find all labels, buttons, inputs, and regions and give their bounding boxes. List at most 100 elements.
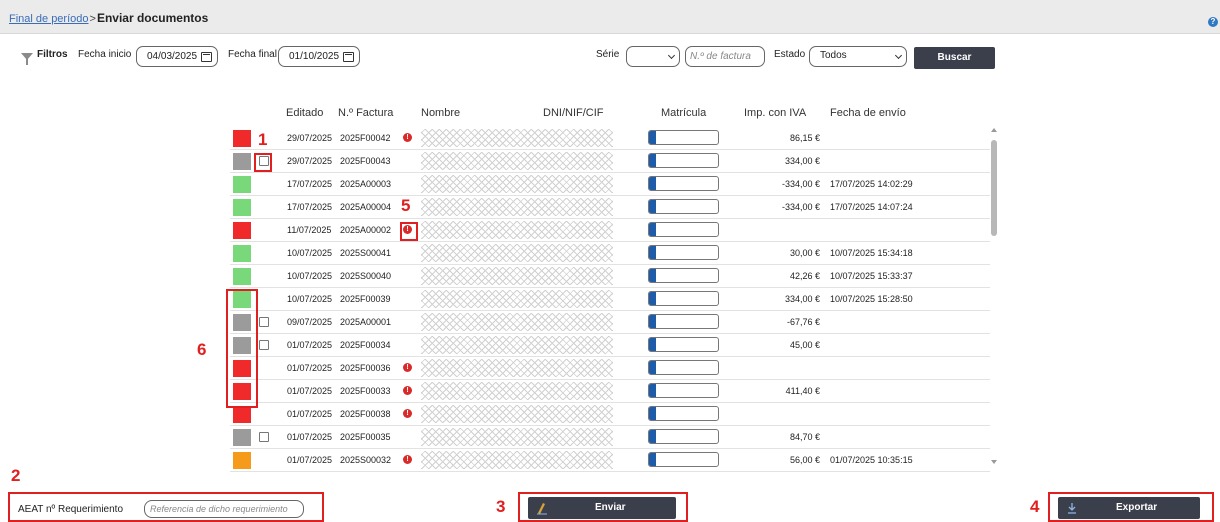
serie-select[interactable] [626,46,680,67]
table-row[interactable]: 10/07/2025 2025S00040 42,26 € 10/07/2025 15… [230,265,990,288]
cell-importe: 411,40 € [785,386,820,396]
cell-importe: 86,15 € [789,133,820,143]
cell-editado: 01/07/2025 [287,432,333,442]
cell-factura: 2025F00034 [340,340,391,350]
table-row[interactable]: 01/07/2025 2025S00032! 56,00 € 01/07/2025 1… [230,449,990,472]
aeat-requerimiento-input[interactable]: Referencia de dicho requerimiento [144,500,304,518]
license-plate-field [648,176,719,191]
table-row[interactable]: 01/07/2025 2025F00033! 411,40 € [230,380,990,403]
annotation-number-2: 2 [11,466,21,485]
row-checkbox[interactable] [259,340,269,350]
cell-fecha-envio: 17/07/2025 14:02:29 [830,179,913,189]
estado-value: Todos [820,50,847,61]
cell-factura: 2025F00035 [340,432,391,442]
table-row[interactable]: 17/07/2025 2025A00004 -334,00 € 17/07/2025 … [230,196,990,219]
column-header-fecha-envio[interactable]: Fecha de envío [830,107,906,119]
fecha-final-value: 01/10/2025 [289,51,340,62]
factura-search-input[interactable]: N.º de factura [685,46,765,67]
column-header-factura[interactable]: N.º Factura [338,107,393,119]
warning-icon[interactable]: ! [403,133,412,142]
fecha-inicio-input[interactable]: 04/03/2025 [136,46,218,67]
enviar-label: Enviar [595,502,626,513]
breadcrumb-link-final-periodo[interactable]: Final de período [9,13,89,25]
cell-importe: 30,00 € [789,248,820,258]
table-row[interactable]: 17/07/2025 2025A00003 -334,00 € 17/07/2025 … [230,173,990,196]
warning-icon[interactable]: ! [403,363,412,372]
status-indicator [233,199,251,216]
cell-editado: 17/07/2025 [287,202,333,212]
signature-icon [537,503,547,515]
redacted-name-dni [421,313,613,331]
exportar-button[interactable]: Exportar [1058,497,1200,519]
table-row[interactable]: 29/07/2025 2025F00043 334,00 € [230,150,990,173]
table-row[interactable]: 09/07/2025 2025A00001 -67,76 € [230,311,990,334]
status-indicator [233,153,251,170]
status-indicator [233,176,251,193]
redacted-name-dni [421,336,613,354]
cell-fecha-envio: 10/07/2025 15:33:37 [830,271,913,281]
breadcrumb-separator: > [89,13,96,25]
table-row[interactable]: 10/07/2025 2025F00039 334,00 € 10/07/2025 1… [230,288,990,311]
warning-icon[interactable]: ! [403,455,412,464]
scrollbar-thumb[interactable] [991,140,997,236]
filters-bar: Filtros Fecha inicio 04/03/2025 Fecha fi… [0,34,1220,80]
cell-editado: 01/07/2025 [287,455,333,465]
fecha-inicio-label: Fecha inicio [78,49,132,60]
row-checkbox[interactable] [259,432,269,442]
warning-icon[interactable]: ! [403,409,412,418]
scroll-up-icon[interactable] [991,128,997,132]
redacted-name-dni [421,382,613,400]
column-header-editado[interactable]: Editado [286,107,323,119]
license-plate-field [648,291,719,306]
table-row[interactable]: 01/07/2025 2025F00038! [230,403,990,426]
fecha-final-label: Fecha final [228,49,277,60]
table-row[interactable]: 29/07/2025 2025F00042! 86,15 € [230,127,990,150]
license-plate-field [648,337,719,352]
annotation-box-6 [226,289,258,408]
calendar-icon[interactable] [201,52,212,62]
buscar-button[interactable]: Buscar [914,47,995,69]
redacted-name-dni [421,221,613,239]
estado-label: Estado [774,49,806,60]
cell-factura: 2025A00002 [340,225,392,235]
license-plate-field [648,383,719,398]
column-header-importe[interactable]: Imp. con IVA [744,107,806,119]
enviar-button[interactable]: Enviar [528,497,676,519]
column-header-nombre[interactable]: Nombre [421,107,460,119]
serie-label: Série [596,49,620,60]
download-icon [1068,503,1076,514]
documents-table: Editado N.º Factura Nombre DNI/NIF/CIF M… [230,104,1000,472]
estado-select[interactable]: Todos [809,46,907,67]
table-row[interactable]: 01/07/2025 2025F00035 84,70 € [230,426,990,449]
cell-editado: 01/07/2025 [287,386,333,396]
row-checkbox[interactable] [259,317,269,327]
table-row[interactable]: 10/07/2025 2025S00041 30,00 € 10/07/2025 15… [230,242,990,265]
table-row[interactable]: 11/07/2025 2025A00002! [230,219,990,242]
license-plate-field [648,153,719,168]
redacted-name-dni [421,244,613,262]
cell-editado: 10/07/2025 [287,248,333,258]
cell-editado: 10/07/2025 [287,294,333,304]
license-plate-field [648,314,719,329]
warning-icon[interactable]: ! [403,386,412,395]
status-indicator [233,245,251,262]
column-header-dni[interactable]: DNI/NIF/CIF [543,107,604,119]
fecha-final-input[interactable]: 01/10/2025 [278,46,360,67]
cell-importe: 45,00 € [789,340,820,350]
cell-factura: 2025F00036 [340,363,391,373]
annotation-number-4: 4 [1030,497,1040,516]
table-row[interactable]: 01/07/2025 2025F00036! [230,357,990,380]
column-header-matricula[interactable]: Matrícula [661,107,706,119]
scroll-down-icon[interactable] [991,460,997,464]
breadcrumb: Final de período>Enviar documentos [9,11,208,25]
redacted-name-dni [421,267,613,285]
cell-editado: 09/07/2025 [287,317,333,327]
status-indicator [233,406,251,423]
help-icon[interactable]: ? [1208,17,1218,27]
cell-editado: 01/07/2025 [287,363,333,373]
factura-placeholder: N.º de factura [690,51,751,62]
calendar-icon[interactable] [343,52,354,62]
table-row[interactable]: 01/07/2025 2025F00034 45,00 € [230,334,990,357]
cell-editado: 01/07/2025 [287,409,333,419]
fecha-inicio-value: 04/03/2025 [147,51,198,62]
